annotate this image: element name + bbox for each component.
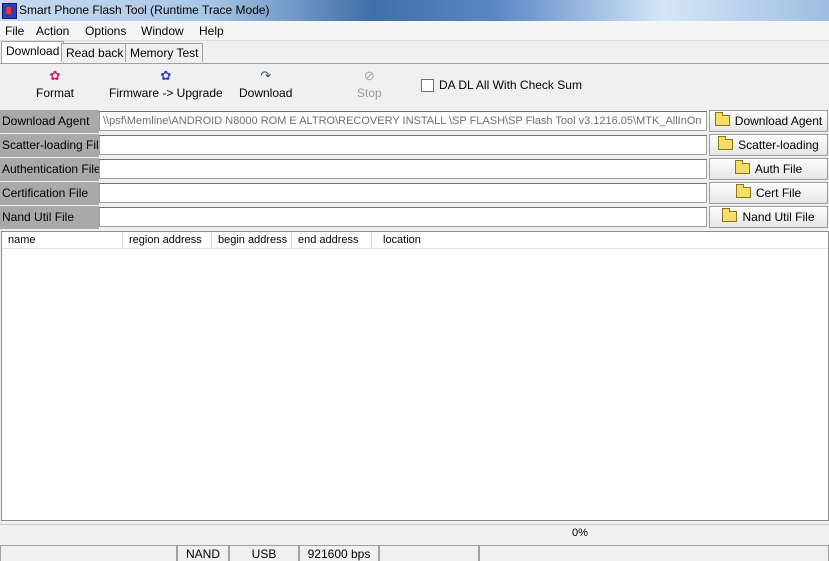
column-begin-address[interactable]: begin address: [212, 232, 292, 248]
nand-row: Nand Util File Nand Util File: [0, 206, 829, 230]
toolbar: ✿ Format ✿ Firmware -> Upgrade ↷ Downloa…: [0, 64, 829, 108]
status-cell-5: [379, 545, 479, 561]
tab-memory-test[interactable]: Memory Test: [125, 43, 204, 62]
status-baudrate: 921600 bps: [299, 545, 379, 561]
status-cell-1: [0, 545, 177, 561]
window-title: Smart Phone Flash Tool (Runtime Trace Mo…: [19, 3, 270, 17]
stop-icon: ⊘: [363, 68, 375, 83]
column-location[interactable]: location: [372, 232, 828, 248]
scatter-input[interactable]: [99, 135, 707, 155]
menu-help[interactable]: Help: [199, 24, 224, 38]
firmware-upgrade-button[interactable]: ✿ Firmware -> Upgrade: [109, 68, 223, 101]
stop-button[interactable]: ⊘ Stop: [357, 68, 382, 101]
app-icon: [2, 3, 17, 19]
column-end-address[interactable]: end address: [292, 232, 372, 248]
download-agent-button[interactable]: Download Agent: [709, 110, 828, 132]
progress-percent: 0%: [572, 527, 588, 539]
status-bar: NAND USB 921600 bps: [0, 544, 829, 561]
cert-input[interactable]: [99, 183, 707, 203]
nand-input[interactable]: [99, 207, 707, 227]
tab-read-back[interactable]: Read back: [61, 43, 129, 62]
cert-file-button[interactable]: Cert File: [709, 182, 828, 204]
checksum-checkbox[interactable]: DA DL All With Check Sum: [421, 78, 582, 93]
column-region-address[interactable]: region address: [123, 232, 212, 248]
menu-action[interactable]: Action: [36, 24, 69, 38]
folder-icon: [718, 136, 734, 150]
menu-options[interactable]: Options: [85, 24, 126, 38]
nand-button-label: Nand Util File: [742, 210, 815, 224]
nand-label: Nand Util File: [0, 206, 99, 229]
firmware-icon: ✿: [160, 68, 172, 83]
column-name[interactable]: name: [2, 232, 123, 248]
folder-icon: [722, 208, 738, 222]
status-storage: NAND: [177, 545, 229, 561]
auth-label: Authentication File: [0, 158, 99, 181]
nand-util-file-button[interactable]: Nand Util File: [709, 206, 828, 228]
status-connection: USB: [229, 545, 299, 561]
tab-strip: Download Read back Memory Test: [0, 41, 829, 64]
stop-label: Stop: [357, 86, 382, 100]
checkbox-box[interactable]: [421, 79, 434, 93]
download-agent-button-label: Download Agent: [734, 114, 823, 128]
scatter-loading-button[interactable]: Scatter-loading: [709, 134, 828, 156]
scatter-button-label: Scatter-loading: [738, 138, 819, 152]
format-icon: ✿: [49, 68, 61, 83]
tab-download[interactable]: Download: [1, 41, 65, 63]
scatter-row: Scatter-loading File Scatter-loading: [0, 134, 829, 158]
download-agent-input[interactable]: [99, 111, 707, 131]
cert-label: Certification File: [0, 182, 99, 205]
firmware-upgrade-label: Firmware -> Upgrade: [109, 86, 223, 100]
auth-button-label: Auth File: [754, 162, 803, 176]
menu-file[interactable]: File: [5, 24, 24, 38]
download-icon: ↷: [260, 68, 272, 83]
title-bar: Smart Phone Flash Tool (Runtime Trace Mo…: [0, 0, 829, 21]
status-cell-6: [479, 545, 829, 561]
folder-icon: [735, 184, 751, 198]
table-header: name region address begin address end ad…: [2, 232, 828, 249]
download-agent-row: Download Agent Download Agent: [0, 110, 829, 134]
folder-icon: [714, 112, 730, 126]
partition-table[interactable]: name region address begin address end ad…: [1, 231, 829, 521]
auth-row: Authentication File Auth File: [0, 158, 829, 182]
progress-bar: 0%: [0, 524, 829, 542]
cert-row: Certification File Cert File: [0, 182, 829, 206]
checksum-label: DA DL All With Check Sum: [439, 78, 582, 92]
cert-button-label: Cert File: [755, 186, 802, 200]
download-agent-label: Download Agent: [0, 110, 99, 133]
menu-bar: File Action Options Window Help: [0, 21, 829, 41]
download-label: Download: [239, 86, 293, 100]
folder-icon: [734, 160, 750, 174]
auth-file-button[interactable]: Auth File: [709, 158, 828, 180]
menu-window[interactable]: Window: [141, 24, 184, 38]
format-button[interactable]: ✿ Format: [36, 68, 75, 101]
scatter-label: Scatter-loading File: [0, 134, 99, 157]
format-label: Format: [36, 86, 75, 100]
download-button[interactable]: ↷ Download: [239, 68, 293, 101]
auth-input[interactable]: [99, 159, 707, 179]
